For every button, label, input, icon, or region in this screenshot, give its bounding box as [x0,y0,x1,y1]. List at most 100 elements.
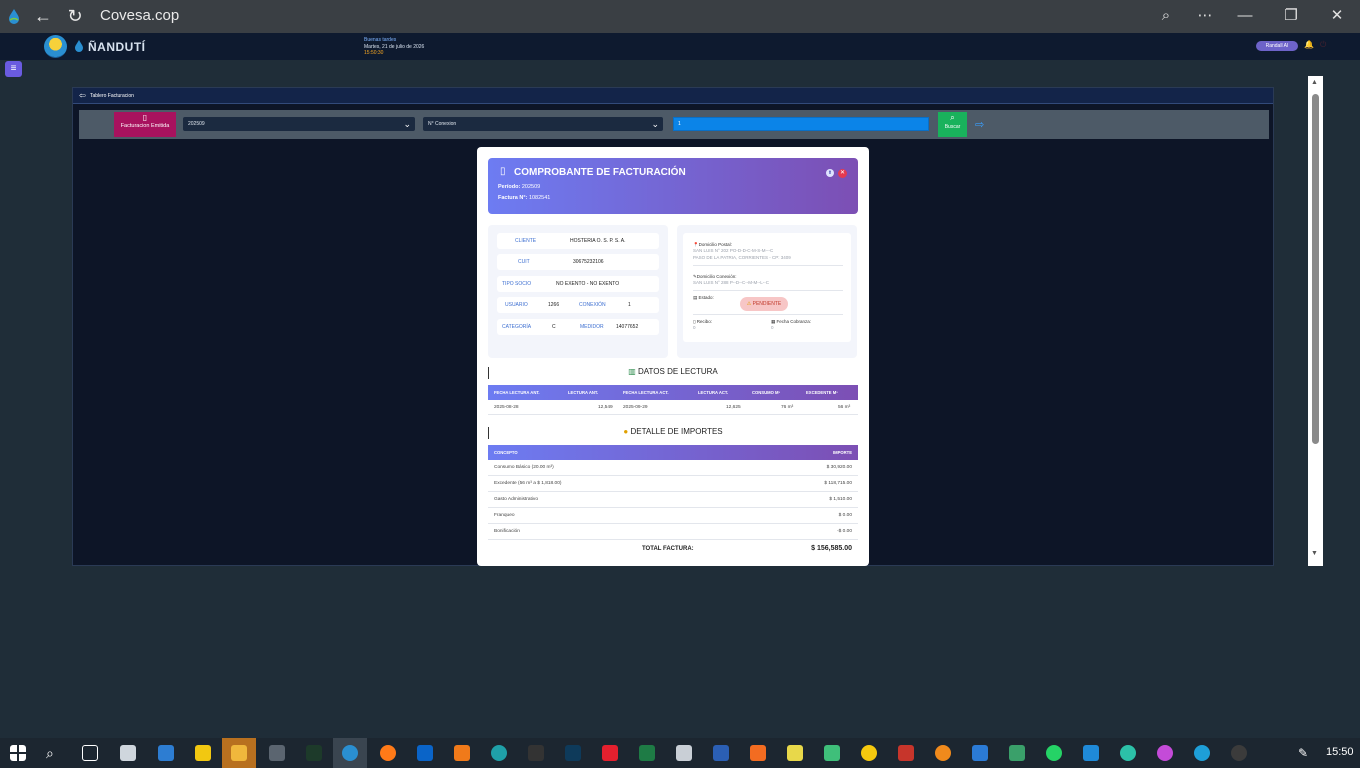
bell-icon[interactable]: 🔔 [1304,40,1314,50]
back-icon[interactable]: ← [31,4,55,28]
pen-icon[interactable]: ✎ [1298,746,1308,760]
table-row: Bonificación -$ 0.00 [488,524,858,540]
greeting-block: Buenas tardes Martes, 21 de julio de 202… [364,37,424,57]
app-icon[interactable] [935,745,951,761]
close-icon[interactable]: ✕ [838,169,847,178]
bar-chart-icon: ▥ [628,367,636,376]
scrollbar[interactable]: ▲ ▼ [1308,76,1323,566]
power-icon[interactable]: ⏻ [1320,40,1328,49]
excel-icon[interactable] [639,745,655,761]
powerpoint-icon[interactable] [898,745,914,761]
app-logo-icon [9,9,19,24]
app-icon[interactable] [1120,745,1136,761]
panel-header: ⇦ Tablero Facturacion [73,88,1273,104]
scroll-down-icon[interactable]: ▼ [1311,550,1318,557]
app-icon[interactable] [824,745,840,761]
table-row: Consumo Básico (20.00 m³) $ 30,920.00 [488,460,858,476]
app-icon[interactable] [750,745,766,761]
calendar-icon: ▦ [771,319,776,324]
windows-start-icon[interactable] [10,745,26,761]
estado-label: ▤ Estado: [693,295,714,300]
app-icon[interactable] [676,745,692,761]
app-icon[interactable] [1157,745,1173,761]
scroll-thumb[interactable] [1312,94,1319,444]
period-select[interactable]: 202509 ⌄ [183,117,415,131]
app-icon[interactable] [158,745,174,761]
search-button[interactable]: ⌕ Buscar [938,112,967,137]
invoice-total: TOTAL FACTURA: $ 156,585.00 [642,545,852,552]
table-row: Franqueo $ 0.00 [488,508,858,524]
outlook-icon[interactable] [417,745,433,761]
file-explorer-icon[interactable] [231,745,247,761]
panel-title: Tablero Facturacion [90,93,134,99]
client-info: CLIENTE HOSTERIA O. S. P. S. A. CUIT 306… [488,225,668,358]
invoice-title: COMPROBANTE DE FACTURACIÓN [514,167,686,178]
status-badge: ⚠ PENDIENTE [740,297,788,311]
table-row: Excedente (56 m³ a $ 1,818.00) $ 118,715… [488,476,858,492]
edge-icon[interactable] [491,745,507,761]
sticky-notes-icon[interactable] [195,745,211,761]
reload-icon[interactable]: ↻ [63,4,87,28]
table-row: Gasto Administrativo $ 1,510.00 [488,492,858,508]
document-icon: ▯ [142,113,148,122]
close-window-icon[interactable]: ✕ [1325,4,1349,28]
reading-section-title: ▥ DATOS DE LECTURA [488,367,858,379]
taskbar-clock[interactable]: 15:50 [1326,746,1354,758]
word-icon[interactable] [713,745,729,761]
app-icon[interactable] [1083,745,1099,761]
task-view-icon[interactable] [82,745,98,761]
address-info: 📍Domicilio Postal: SAN LUIS N° 202 PO-D-… [677,225,857,358]
money-bag-icon: ● [623,427,629,436]
search-input[interactable]: 1 [673,117,929,131]
table-row: 2025-08-28 12,549 2025-09-29 12,625 76 m… [488,401,858,415]
vscode-icon[interactable] [972,745,988,761]
whatsapp-icon[interactable] [1046,745,1062,761]
invoice-number-line: Factura N°: 1082541 [498,195,551,201]
app-icon[interactable] [454,745,470,761]
calculator-icon[interactable] [269,745,285,761]
app-icon[interactable] [306,745,322,761]
restore-icon[interactable]: ❐ [1279,4,1303,28]
amounts-section-title: ● DETALLE DE IMPORTES [488,427,858,439]
field-select[interactable]: N° Conexion ⌄ [423,117,663,131]
emitted-invoices-button[interactable]: ▯ Facturacion Emitida [114,112,176,137]
app-icon[interactable] [1231,745,1247,761]
search-icon: ⌕ [950,113,955,122]
exit-icon[interactable]: ⇨ [975,118,984,131]
chart-icon: ▤ [693,295,698,300]
scroll-up-icon[interactable]: ▲ [1311,79,1318,86]
period-line: Período: 202509 [498,184,541,190]
hamburger-menu-button[interactable]: ≡ [5,61,22,77]
app-icon[interactable] [1009,745,1025,761]
app-icon[interactable] [565,745,581,761]
client-row: CLIENTE HOSTERIA O. S. P. S. A. [497,233,659,249]
app-icon[interactable] [120,745,136,761]
zoom-icon[interactable]: ⌕ [1154,4,1178,28]
amounts-table-header: CONCEPTO IMPORTE [488,445,858,460]
upload-icon[interactable]: ⬆ [826,169,834,177]
browser-app-icon[interactable] [342,745,358,761]
categoria-row: CATEGORÍA C MEDIDOR 14077652 [497,319,659,335]
youtube-icon[interactable] [602,745,618,761]
invoice-header: ▯ COMPROBANTE DE FACTURACIÓN Período: 20… [488,158,858,214]
drop-logo-icon [75,40,83,52]
browser-title: Covesa.cop [100,7,180,24]
app-icon[interactable] [528,745,544,761]
tipo-row: TIPO SOCIO NO EXENTO - NO EXENTO [497,276,659,292]
invoice-card: ▯ COMPROBANTE DE FACTURACIÓN Período: 20… [477,147,869,566]
app-icon[interactable] [787,745,803,761]
more-icon[interactable]: ⋯ [1193,4,1217,28]
document-icon: ▯ [500,166,506,177]
browser-toolbar: ← ↻ Covesa.cop ⌕ ⋯ — ❐ ✕ [0,0,1360,33]
firefox-icon[interactable] [380,745,396,761]
fecha-cobranza-label: ▦ Fecha Cobranza: [771,319,812,324]
minimize-icon[interactable]: — [1233,4,1257,28]
user-badge[interactable]: Randall AI [1256,41,1298,51]
search-icon[interactable]: ⌕ [46,745,62,761]
app-icon[interactable] [861,745,877,761]
back-arrow-icon[interactable]: ⇦ [79,91,86,100]
edge-beta-icon[interactable] [1194,745,1210,761]
address-card: 📍Domicilio Postal: SAN LUIS N° 202 PO-D-… [683,233,851,342]
cuit-row: CUIT 30675232106 [497,254,659,270]
receipt-icon: ▯ [693,319,696,324]
